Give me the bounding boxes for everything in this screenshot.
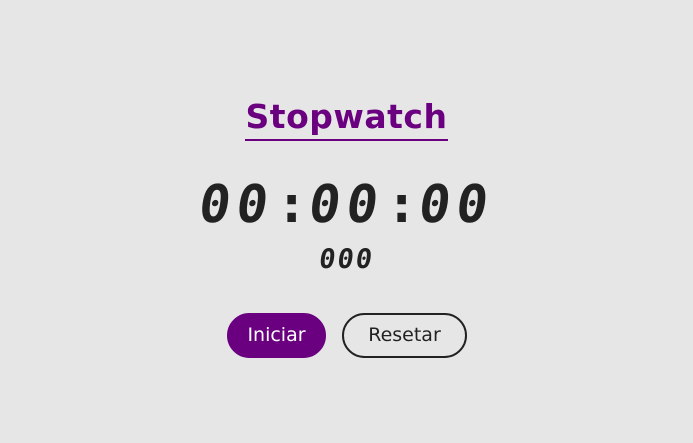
timer-milliseconds: 000 — [317, 244, 377, 275]
page-title: Stopwatch — [244, 96, 449, 141]
timer-display: 00:00:00 — [0, 170, 693, 240]
timer-minutes: 00 — [304, 175, 389, 235]
start-button[interactable]: Iniciar — [227, 313, 326, 358]
stopwatch-page: Stopwatch 00:00:00 000 Iniciar Resetar — [0, 0, 693, 443]
reset-button[interactable]: Resetar — [342, 313, 467, 358]
timer-separator: : — [275, 175, 308, 235]
timer-separator: : — [385, 175, 418, 235]
timer-seconds: 00 — [414, 175, 498, 235]
page-title-container: Stopwatch — [0, 95, 693, 141]
timer-hours: 00 — [195, 175, 279, 235]
